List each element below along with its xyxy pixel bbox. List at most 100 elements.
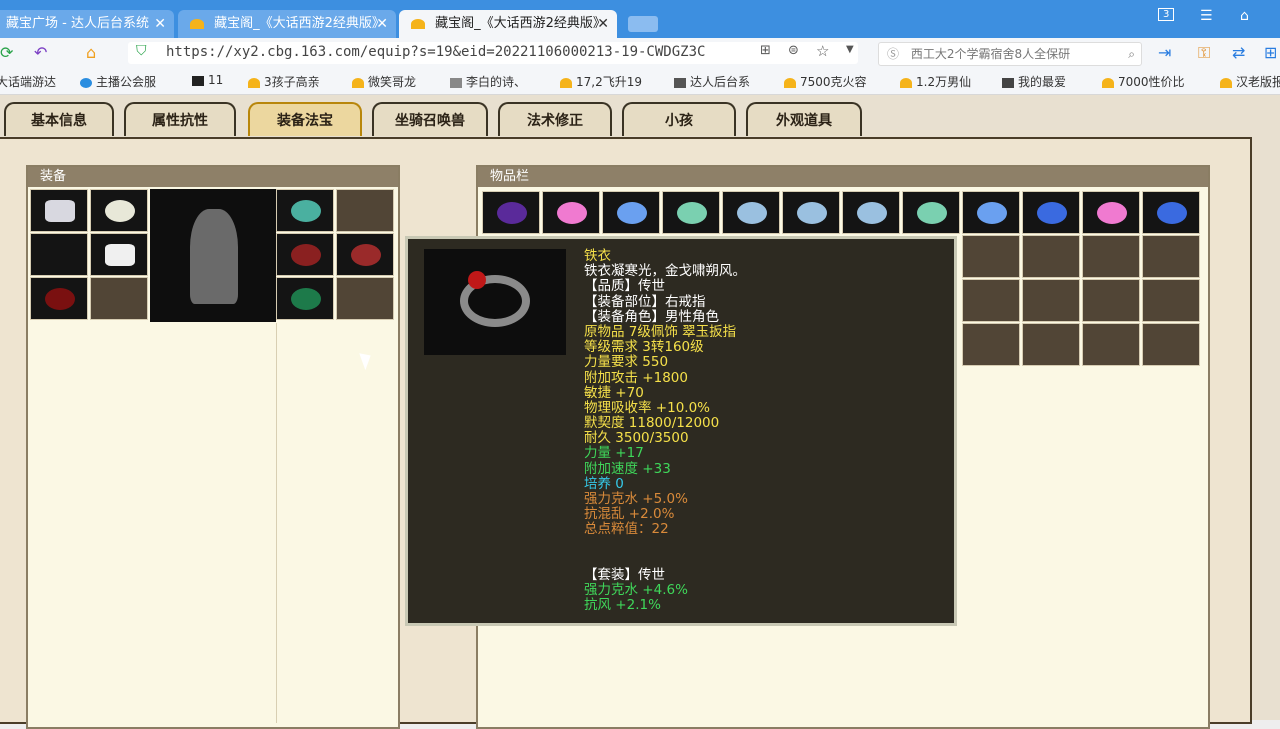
equip-slot-helmet[interactable] (276, 189, 334, 232)
inventory-slot[interactable] (602, 191, 660, 234)
inventory-slot[interactable] (782, 191, 840, 234)
translate-icon[interactable]: ⇄ (1232, 43, 1245, 62)
inventory-slot[interactable] (722, 191, 780, 234)
inventory-slot[interactable] (962, 323, 1020, 366)
equip-slot-necklace[interactable] (90, 189, 148, 232)
tab-count-badge[interactable]: 3 (1158, 8, 1175, 21)
extension-icon[interactable]: ⊞ (1264, 43, 1277, 62)
cbg-favicon-icon (411, 18, 425, 29)
bookmark-icon (450, 77, 462, 88)
undo-icon[interactable]: ↶ (34, 43, 47, 62)
inventory-slot[interactable] (902, 191, 960, 234)
close-tab-icon[interactable]: ✕ (597, 10, 609, 38)
bookmark-item[interactable]: 主播公会服 (80, 73, 156, 90)
browser-tab-2[interactable]: 藏宝阁_《大话西游2经典版》 ✕ (178, 10, 396, 38)
key-icon[interactable]: ⚿ (1198, 43, 1210, 63)
grid-icon[interactable]: ⊞ (760, 43, 771, 58)
inventory-slot[interactable] (1022, 191, 1080, 234)
inventory-slot[interactable] (842, 191, 900, 234)
bookmark-item[interactable]: 李白的诗、 (450, 73, 526, 90)
bookmark-icon (352, 77, 364, 88)
inventory-slot[interactable] (962, 191, 1020, 234)
inventory-slot[interactable] (1022, 323, 1080, 366)
inventory-slot[interactable] (1082, 191, 1140, 234)
tooltip-line: 力量要求 550 (584, 354, 669, 371)
tab-attributes[interactable]: 属性抗性 (124, 102, 236, 136)
url-box[interactable]: ⛉ https://xy2.cbg.163.com/equip?s=19&eid… (128, 42, 858, 64)
tab-spell-mods[interactable]: 法术修正 (498, 102, 612, 136)
tab-title: 藏宝阁_《大话西游2经典版》 (435, 16, 606, 31)
search-input[interactable]: 西工大2个学霸宿舍8人全保研 (911, 47, 1070, 61)
inventory-slot[interactable] (1082, 235, 1140, 278)
apps-grid-icon (1002, 77, 1014, 88)
tooltip-line: 等级需求 3转160级 (584, 339, 704, 356)
inventory-slot[interactable] (542, 191, 600, 234)
shirt-icon[interactable]: ⌂ (1240, 8, 1249, 24)
bookmark-item[interactable]: 11 (192, 73, 223, 87)
equip-slot-armor[interactable] (30, 189, 88, 232)
close-tab-icon[interactable]: ✕ (154, 10, 166, 38)
tab-summons[interactable]: 坐骑召唤兽 (372, 102, 488, 136)
equip-slot-empty[interactable] (336, 277, 394, 320)
tooltip-line (584, 553, 944, 568)
tooltip-line: 【装备部位】右戒指 (584, 293, 706, 310)
chevron-down-icon[interactable]: ▼ (846, 44, 854, 55)
equip-slot-empty[interactable] (30, 233, 88, 276)
tab-appearance[interactable]: 外观道具 (746, 102, 862, 136)
new-tab-button[interactable] (628, 16, 658, 32)
bookmark-item[interactable]: 1.2万男仙 (900, 73, 971, 90)
item-tooltip: 铁衣 铁衣凝寒光，金戈啸朔风。 【品质】传世 【装备部位】右戒指 【装备角色】男性角色原… (405, 236, 957, 626)
star-icon[interactable]: ☆ (816, 42, 829, 60)
inventory-slot[interactable] (1142, 279, 1200, 322)
menu-icon[interactable]: ☰ (1200, 8, 1213, 24)
tab-basic-info[interactable]: 基本信息 (4, 102, 114, 136)
bookmark-item[interactable]: 3孩子高亲 (248, 73, 320, 90)
tab-children[interactable]: 小孩 (622, 102, 736, 136)
inventory-slot[interactable] (1142, 235, 1200, 278)
bookmark-item[interactable]: 汉老版报 (1220, 73, 1280, 90)
inventory-slot[interactable] (1082, 323, 1140, 366)
search-icon[interactable]: ⌕ (1128, 43, 1135, 65)
equip-slot-pendant[interactable] (30, 277, 88, 320)
refresh-icon[interactable]: ⟳ (0, 43, 13, 62)
equip-slot-empty[interactable] (336, 189, 394, 232)
inventory-slot[interactable] (482, 191, 540, 234)
reader-icon[interactable]: ⊜ (788, 43, 799, 58)
bookmark-item[interactable]: 达人后台系 (674, 73, 750, 90)
item-image (424, 249, 566, 355)
tooltip-line: 力量 +17 (584, 445, 644, 462)
bookmark-item[interactable]: 我的最爱 (1002, 73, 1066, 90)
inventory-slot[interactable] (1082, 279, 1140, 322)
inventory-slot[interactable] (962, 235, 1020, 278)
tab-equipment[interactable]: 装备法宝 (248, 102, 362, 136)
bookmark-item[interactable]: 大话端游达 (0, 73, 56, 90)
equip-slot-belt[interactable] (276, 277, 334, 320)
home-icon[interactable]: ⌂ (86, 43, 96, 62)
equip-slot-robe[interactable] (90, 233, 148, 276)
bookmark-item[interactable]: 7000性价比 (1102, 73, 1185, 90)
search-box[interactable]: Ⓢ 西工大2个学霸宿舍8人全保研 ⌕ (878, 42, 1142, 66)
character-portrait (150, 189, 276, 322)
bookmark-icon (248, 77, 260, 88)
equip-slot-right-ring[interactable] (336, 233, 394, 276)
inventory-slot[interactable] (1142, 191, 1200, 234)
url-text[interactable]: https://xy2.cbg.163.com/equip?s=19&eid=2… (166, 44, 726, 60)
inventory-slot[interactable] (962, 279, 1020, 322)
browser-tab-3[interactable]: 藏宝阁_《大话西游2经典版》 ✕ (399, 10, 617, 38)
bookmark-icon (674, 77, 686, 88)
bookmark-icon (1102, 77, 1114, 88)
equip-slot-empty[interactable] (90, 277, 148, 320)
browser-tab-1[interactable]: 藏宝广场 - 达人后台系统 ✕ (0, 10, 174, 38)
bookmark-item[interactable]: 17,2飞升19 (560, 73, 642, 90)
inventory-slot[interactable] (1022, 279, 1080, 322)
bookmark-item[interactable]: 7500克火容 (784, 73, 867, 90)
tooltip-line: 敏捷 +70 (584, 384, 644, 401)
login-icon[interactable]: ⇥ (1158, 43, 1171, 62)
inventory-slot[interactable] (662, 191, 720, 234)
bookmark-item[interactable]: 微笑哥龙 (352, 73, 416, 90)
inventory-slot[interactable] (1022, 235, 1080, 278)
close-tab-icon[interactable]: ✕ (376, 10, 388, 38)
equip-slot-left-ring[interactable] (276, 233, 334, 276)
inventory-slot[interactable] (1142, 323, 1200, 366)
tab-title: 藏宝广场 - 达人后台系统 (6, 16, 149, 31)
